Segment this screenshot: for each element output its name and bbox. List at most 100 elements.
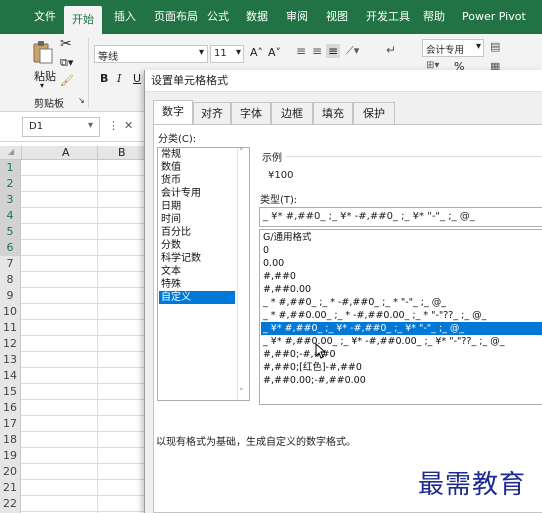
row-header[interactable]: 5 — [0, 224, 20, 240]
tab-fill[interactable]: 填充 — [313, 102, 353, 124]
italic-button[interactable]: I — [117, 72, 121, 85]
category-list[interactable]: 常规 数值 货币 会计专用 日期 时间 百分比 分数 科学记数 文本 特殊 自定… — [157, 147, 250, 401]
tab-data[interactable]: 数据 — [246, 0, 268, 34]
row-header[interactable]: 15 — [0, 384, 20, 400]
align-middle-icon[interactable]: ≡ — [312, 44, 322, 58]
row-header[interactable]: 19 — [0, 448, 20, 464]
font-name-select[interactable]: 等线 ▾ — [94, 45, 208, 63]
row-header[interactable]: 10 — [0, 304, 20, 320]
category-item[interactable]: 数值 — [159, 161, 235, 174]
row-header[interactable]: 9 — [0, 288, 20, 304]
name-box[interactable]: D1 ▾ — [22, 117, 100, 137]
format-item[interactable]: _ * #,##0.00_ ;_ * -#,##0.00_ ;_ * "-"??… — [261, 309, 542, 322]
format-cells-dialog: 设置单元格格式 数字 对齐 字体 边框 填充 保护 分类(C): 常规 数值 货… — [144, 70, 542, 513]
row-header[interactable]: 7 — [0, 256, 20, 272]
category-item[interactable]: 会计专用 — [159, 187, 235, 200]
wrap-text-icon[interactable]: ↵ — [386, 43, 396, 57]
row-header[interactable]: 17 — [0, 416, 20, 432]
format-item[interactable]: #,##0;[红色]-#,##0 — [261, 361, 542, 374]
row-header[interactable]: 20 — [0, 464, 20, 480]
dialog-launcher-icon[interactable]: ↘ — [78, 96, 85, 105]
tab-formulas[interactable]: 公式 — [207, 0, 229, 34]
row-header[interactable]: 13 — [0, 352, 20, 368]
select-all-icon[interactable]: ◢ — [8, 147, 14, 156]
format-item[interactable]: #,##0;-#,##0 — [261, 348, 542, 361]
shrink-font-button[interactable]: A˅ — [268, 46, 281, 59]
tab-review[interactable]: 审阅 — [286, 0, 308, 34]
paste-label[interactable]: 粘贴 — [34, 68, 56, 84]
conditional-format-icon[interactable]: ▤ — [490, 40, 500, 53]
format-item[interactable]: _ * #,##0_ ;_ * -#,##0_ ;_ * "-"_ ;_ @_ — [261, 296, 542, 309]
bold-button[interactable]: B — [100, 72, 108, 85]
row-header[interactable]: 8 — [0, 272, 20, 288]
underline-button[interactable]: U — [133, 72, 141, 85]
row-header[interactable]: 1 — [0, 160, 20, 176]
category-item-selected[interactable]: 自定义 — [159, 291, 235, 304]
cell-grid[interactable] — [21, 160, 148, 513]
row-header[interactable]: 12 — [0, 336, 20, 352]
tab-view[interactable]: 视图 — [326, 0, 348, 34]
row-header[interactable]: 18 — [0, 432, 20, 448]
cancel-icon[interactable]: ✕ — [124, 119, 133, 132]
row-header[interactable]: 4 — [0, 208, 20, 224]
format-item[interactable]: 0.00 — [261, 257, 542, 270]
row-header[interactable]: 14 — [0, 368, 20, 384]
category-item[interactable]: 货币 — [159, 174, 235, 187]
align-top-icon[interactable]: ≡ — [296, 44, 306, 58]
category-item[interactable]: 文本 — [159, 265, 235, 278]
row-header[interactable]: 3 — [0, 192, 20, 208]
copy-icon[interactable]: ⧉▾ — [60, 56, 73, 70]
tab-help[interactable]: 帮助 — [423, 0, 445, 34]
row-header[interactable]: 21 — [0, 480, 20, 496]
format-item-selected[interactable]: _ ¥* #,##0_ ;_ ¥* -#,##0_ ;_ ¥* "-"_ ;_ … — [261, 322, 542, 335]
cut-icon[interactable]: ✂ — [60, 36, 72, 52]
row-header[interactable]: 6 — [0, 240, 20, 256]
tab-file[interactable]: 文件 — [34, 0, 56, 34]
format-item[interactable]: G/通用格式 — [261, 231, 542, 244]
tab-border[interactable]: 边框 — [271, 102, 313, 124]
category-item[interactable]: 百分比 — [159, 226, 235, 239]
category-item[interactable]: 科学记数 — [159, 252, 235, 265]
chevron-down-icon[interactable]: ˅ — [239, 388, 244, 398]
orientation-icon[interactable]: ⟋▾ — [346, 44, 359, 58]
chevron-up-icon[interactable]: ˄ — [239, 148, 244, 158]
category-item[interactable]: 时间 — [159, 213, 235, 226]
format-item[interactable]: #,##0 — [261, 270, 542, 283]
paste-icon[interactable] — [32, 40, 54, 66]
category-item[interactable]: 日期 — [159, 200, 235, 213]
category-scrollbar[interactable]: ˄ ˅ — [237, 148, 249, 400]
column-header-a[interactable]: A — [62, 146, 70, 160]
name-box-value: D1 — [29, 121, 44, 132]
tab-developer[interactable]: 开发工具 — [366, 0, 410, 34]
more-options-icon[interactable]: ⋮ — [108, 119, 119, 132]
format-list[interactable]: G/通用格式 0 0.00 #,##0 #,##0.00 _ * #,##0_ … — [259, 229, 542, 405]
grow-font-button[interactable]: A˄ — [250, 46, 263, 59]
font-size-select[interactable]: 11 ▾ — [210, 45, 244, 63]
chevron-down-icon[interactable]: ▾ — [40, 81, 44, 90]
row-header[interactable]: 2 — [0, 176, 20, 192]
format-item[interactable]: _ ¥* #,##0.00_ ;_ ¥* -#,##0.00_ ;_ ¥* "-… — [261, 335, 542, 348]
tab-power-pivot[interactable]: Power Pivot — [462, 0, 526, 34]
tab-home[interactable]: 开始 — [64, 6, 102, 34]
tab-page-layout[interactable]: 页面布局 — [154, 0, 198, 34]
number-format-select[interactable]: 会计专用 ▾ — [422, 39, 484, 57]
row-header[interactable]: 22 — [0, 496, 20, 512]
align-bottom-icon[interactable]: ≡ — [326, 44, 340, 58]
tab-protection[interactable]: 保护 — [353, 102, 395, 124]
format-painter-icon[interactable]: 🖌 — [60, 74, 74, 87]
category-item[interactable]: 常规 — [159, 148, 235, 161]
column-header-b[interactable]: B — [118, 146, 126, 160]
category-item[interactable]: 特殊 — [159, 278, 235, 291]
format-item[interactable]: #,##0.00;-#,##0.00 — [261, 374, 542, 387]
format-item[interactable]: 0 — [261, 244, 542, 257]
type-input[interactable]: _ ¥* #,##0_ ;_ ¥* -#,##0_ ;_ ¥* "-"_ ;_ … — [259, 207, 542, 227]
row-header[interactable]: 11 — [0, 320, 20, 336]
tab-insert[interactable]: 插入 — [114, 0, 136, 34]
watermark-text: 最需教育 — [418, 470, 527, 500]
format-item[interactable]: #,##0.00 — [261, 283, 542, 296]
tab-number[interactable]: 数字 — [153, 100, 193, 125]
row-header[interactable]: 16 — [0, 400, 20, 416]
category-item[interactable]: 分数 — [159, 239, 235, 252]
tab-alignment[interactable]: 对齐 — [193, 102, 231, 124]
tab-font[interactable]: 字体 — [231, 102, 271, 124]
